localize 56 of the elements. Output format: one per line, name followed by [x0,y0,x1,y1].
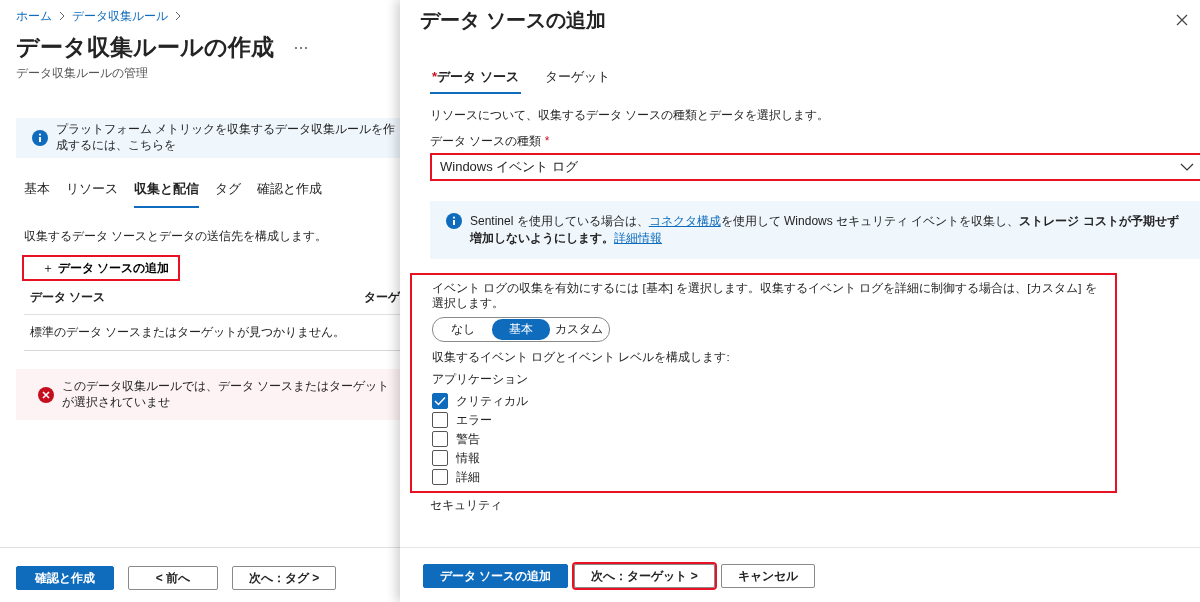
error-icon [38,386,54,403]
checkbox[interactable] [432,450,448,467]
checkbox[interactable] [432,431,448,448]
event-log-description: イベント ログの収集を有効にするには [基本] を選択します。収集するイベント ログを詳細に制御する場合は、[カスタム] を選択します。 [432,280,1098,311]
panel-footer-button[interactable]: データ ソースの追加 [423,564,569,588]
chevron-right-icon [58,11,66,21]
breadcrumb-link[interactable]: ホーム [16,7,52,25]
group-title: アプリケーション [432,370,529,388]
breadcrumb-link[interactable]: データ収集ルール [72,7,168,25]
panel-title: データ ソースの追加 [420,7,606,33]
tab[interactable]: タグ [215,180,241,208]
checkbox-label: クリティカル [456,392,528,410]
description-text: 収集するデータ ソースとデータの送信先を構成します。 [24,228,329,245]
page-title: データ収集ルールの作成 [16,33,274,62]
tab[interactable]: 収集と配信 [134,180,199,208]
panel-footer-button[interactable]: キャンセル [720,564,815,588]
checkbox[interactable] [432,412,448,429]
add-data-source-button[interactable]: ＋ データ ソースの追加 [22,255,180,281]
checkbox[interactable] [432,469,448,486]
footer-button[interactable]: < 前へ [128,566,218,590]
field-label: データ ソースの種類 * [430,133,551,150]
checkbox-label: 警告 [456,430,480,448]
error-text: このデータ収集ルールでは、データ ソースまたはターゲットが選択されていませ [62,379,391,411]
chevron-down-icon [1180,163,1194,171]
tab[interactable]: *データ ソース [430,68,521,94]
tab[interactable]: リソース [66,180,118,208]
info-icon [446,213,462,229]
page-subtitle: データ収集ルールの管理 [16,65,149,82]
footer-button[interactable]: 確認と作成 [16,566,114,590]
column-header: データ ソース [30,289,106,306]
checkbox-label: エラー [456,411,492,429]
configure-label: 収集するイベント ログとイベント レベルを構成します: [432,349,731,365]
group-title: セキュリティ [430,496,503,514]
checkbox-label: 情報 [456,449,480,467]
checkbox-label: 詳細 [456,468,480,486]
column-header: ターゲ [364,289,400,306]
link[interactable]: コネクタ構成 [648,214,721,228]
info-text: プラットフォーム メトリックを収集するデータ収集ルールを作成するには、こちらを [56,122,397,154]
panel-description: リソースについて、収集するデータ ソースの種類とデータを選択します。 [430,108,831,123]
data-source-type-dropdown[interactable]: Windows イベント ログ [430,153,1200,181]
tab[interactable]: 確認と作成 [257,180,322,208]
checkbox[interactable] [432,393,448,410]
info-text: Sentinel を使用している場合は、コネクタ構成を使用して Windows セキュリティ イベントを収集し、ストレージ コストが予期せず増加しないようにします。詳細情報 [470,213,1180,247]
tab[interactable]: 基本 [24,180,50,208]
mode-option[interactable]: なし [434,318,492,340]
empty-message: 標準のデータ ソースまたはターゲットが見つかりません。 [30,326,346,338]
mode-option[interactable]: 基本 [492,318,550,340]
panel-footer-button[interactable]: 次へ：ターゲット > [574,564,715,588]
footer-button[interactable]: 次へ：タグ > [232,566,337,590]
mode-option[interactable]: カスタム [550,318,608,340]
chevron-right-icon [174,11,182,21]
link[interactable]: 詳細情報 [614,230,662,245]
close-icon[interactable] [1176,14,1188,26]
more-icon[interactable] [294,45,308,50]
tab[interactable]: ターゲット [542,68,612,94]
info-icon [32,130,48,146]
